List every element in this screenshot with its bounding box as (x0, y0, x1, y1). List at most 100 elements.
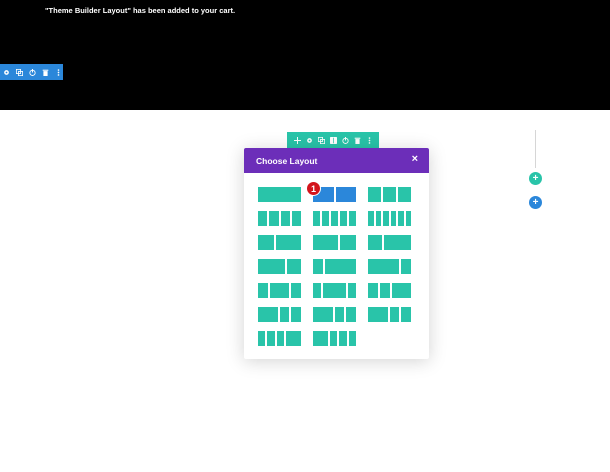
layout-option[interactable] (313, 235, 356, 250)
layout-column (329, 331, 338, 346)
layout-column (334, 307, 345, 322)
step-badge: 1 (306, 181, 321, 196)
layout-column (379, 283, 390, 298)
modal-header: Choose Layout × (244, 148, 429, 173)
layout-option[interactable] (368, 283, 411, 298)
layout-option[interactable] (368, 211, 411, 226)
layout-column (313, 235, 338, 250)
layout-column (322, 283, 347, 298)
layout-option[interactable] (258, 235, 301, 250)
trash-icon[interactable] (352, 133, 362, 147)
power-icon[interactable] (28, 65, 38, 79)
layout-option[interactable] (258, 307, 301, 322)
layout-column (258, 211, 268, 226)
layout-column (339, 235, 356, 250)
layout-option[interactable] (313, 211, 356, 226)
layout-column (291, 307, 301, 322)
add-section-button[interactable]: + (529, 196, 542, 209)
layout-column (401, 307, 411, 322)
power-icon[interactable] (340, 133, 350, 147)
layout-column (322, 211, 329, 226)
layout-column (368, 307, 388, 322)
layout-option[interactable] (313, 331, 356, 346)
layout-column (313, 331, 328, 346)
layout-column (368, 259, 399, 274)
layout-column (383, 211, 389, 226)
layout-column (291, 283, 301, 298)
layout-column (368, 235, 382, 250)
layout-column (276, 235, 301, 250)
layout-column (383, 187, 396, 202)
layout-column (287, 259, 301, 274)
move-icon[interactable] (292, 133, 302, 147)
layout-option[interactable] (313, 307, 356, 322)
layout-column (258, 331, 266, 346)
add-row-button[interactable]: + (529, 172, 542, 185)
layout-column (391, 283, 411, 298)
layout-column (279, 307, 290, 322)
layout-column (258, 283, 268, 298)
layout-column (390, 211, 396, 226)
layout-option[interactable] (368, 235, 411, 250)
layout-option[interactable] (368, 259, 411, 274)
more-icon[interactable] (364, 133, 374, 147)
layout-column (368, 211, 374, 226)
layout-column (368, 283, 378, 298)
layout-column (258, 307, 278, 322)
layout-column (325, 259, 356, 274)
more-icon[interactable] (53, 65, 63, 79)
layout-column (405, 211, 411, 226)
layout-column (258, 187, 301, 202)
gear-icon[interactable] (2, 65, 12, 79)
columns-icon[interactable] (328, 133, 338, 147)
layout-column (313, 211, 320, 226)
layout-column (267, 331, 275, 346)
layout-column (269, 283, 290, 298)
trash-icon[interactable] (40, 65, 50, 79)
layout-option[interactable] (258, 259, 301, 274)
layout-column (331, 211, 338, 226)
layout-column (313, 283, 321, 298)
modal-title: Choose Layout (256, 155, 318, 166)
layout-column (291, 211, 301, 226)
layout-column (389, 307, 400, 322)
layout-column (348, 283, 356, 298)
layout-option[interactable] (368, 307, 411, 322)
layout-column (313, 259, 324, 274)
layout-option[interactable] (368, 187, 411, 202)
layout-column (398, 211, 404, 226)
layout-column (258, 259, 286, 274)
section-toolbar (0, 64, 63, 80)
layout-column (346, 307, 356, 322)
section-divider-line (535, 130, 536, 168)
layout-column (258, 235, 275, 250)
layout-column (398, 187, 411, 202)
layout-option[interactable] (313, 283, 356, 298)
layout-column (286, 331, 301, 346)
layout-column (368, 187, 381, 202)
layout-column (269, 211, 279, 226)
layout-column (339, 331, 347, 346)
close-icon[interactable]: × (412, 153, 418, 165)
layout-option[interactable] (258, 187, 301, 202)
layout-column (375, 211, 381, 226)
top-section: "Theme Builder Layout" has been added to… (0, 0, 610, 110)
layout-column (276, 331, 285, 346)
gear-icon[interactable] (304, 133, 314, 147)
layout-column (335, 187, 356, 202)
layout-column (280, 211, 290, 226)
layout-option[interactable] (258, 283, 301, 298)
layout-column (313, 307, 333, 322)
layout-column (348, 331, 356, 346)
duplicate-icon[interactable] (316, 133, 326, 147)
row-toolbar (287, 132, 379, 148)
layout-option[interactable] (258, 331, 301, 346)
choose-layout-modal: Choose Layout × (244, 148, 429, 359)
cart-notice: "Theme Builder Layout" has been added to… (45, 6, 236, 15)
layout-option[interactable] (258, 211, 301, 226)
layout-option[interactable] (313, 259, 356, 274)
layout-column (383, 235, 411, 250)
layout-column (340, 211, 347, 226)
duplicate-icon[interactable] (15, 65, 25, 79)
layout-column (349, 211, 356, 226)
